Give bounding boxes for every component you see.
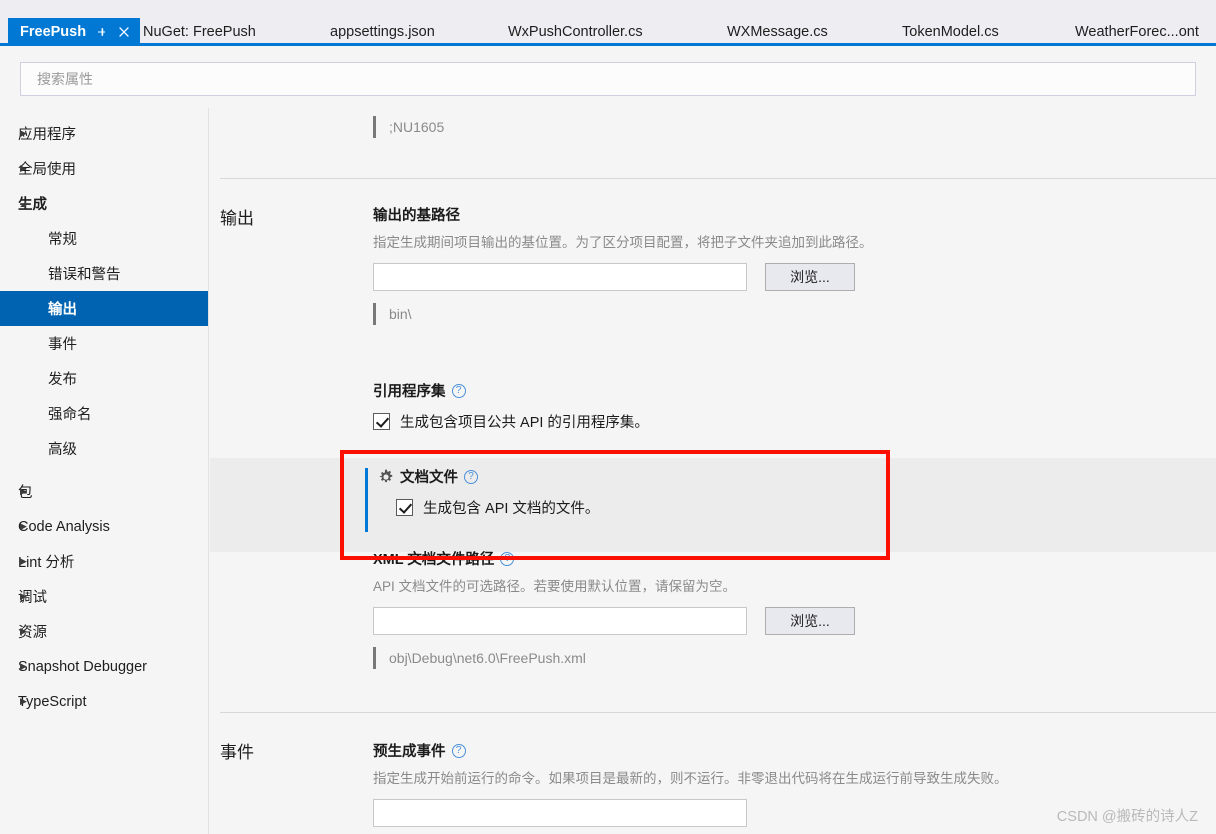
sidebar-item-package[interactable]: ▶ 包 xyxy=(0,474,208,509)
sidebar-item-general[interactable]: 常规 xyxy=(0,221,208,256)
tab-wxpushcontroller-cs[interactable]: WxPushController.cs xyxy=(508,18,643,46)
sidebar-item-output[interactable]: 输出 xyxy=(0,291,208,326)
nowarn-hint-text: ;NU1605 xyxy=(389,119,445,135)
sidebar-item-global-usings[interactable]: ▶ 全局使用 xyxy=(0,151,208,186)
chevron-right-icon: ▶ xyxy=(20,163,27,173)
field-title: 引用程序集 ? xyxy=(373,380,1073,401)
xml-documentation-path-hint-row: obj\Debug\net6.0\FreePush.xml xyxy=(373,647,1073,669)
tab-label: WxPushController.cs xyxy=(508,24,643,40)
field-pre-build-event: 预生成事件 ? 指定生成开始前运行的命令。如果项目是最新的，则不运行。非零退出代… xyxy=(373,740,1163,827)
sidebar-item-build[interactable]: ◢ 生成 xyxy=(0,186,208,221)
gear-icon xyxy=(378,469,394,485)
checkbox-label: 生成包含 API 文档的文件。 xyxy=(423,501,600,517)
chevron-right-icon: ▶ xyxy=(20,661,27,671)
sidebar-item-strong-naming[interactable]: 强命名 xyxy=(0,396,208,431)
field-description: API 文档文件的可选路径。若要使用默认位置，请保留为空。 xyxy=(373,579,737,594)
tab-tokenmodel-cs[interactable]: TokenModel.cs xyxy=(902,18,999,46)
sidebar-item-snapshot-debugger[interactable]: ▶ Snapshot Debugger xyxy=(0,649,208,684)
chevron-right-icon: ▶ xyxy=(20,626,27,636)
tab-label: FreePush xyxy=(20,24,87,40)
xml-documentation-path-hint: obj\Debug\net6.0\FreePush.xml xyxy=(389,650,586,666)
checkbox-label: 生成包含项目公共 API 的引用程序集。 xyxy=(400,415,649,431)
base-output-path-hint: bin\ xyxy=(389,306,412,322)
tab-label: TokenModel.cs xyxy=(902,24,999,40)
search-properties-box[interactable] xyxy=(20,62,1196,96)
help-icon[interactable]: ? xyxy=(464,469,478,484)
field-title: 预生成事件 ? xyxy=(373,740,1163,761)
hint-accent-bar xyxy=(373,116,376,138)
field-description: 指定生成开始前运行的命令。如果项目是最新的，则不运行。非零退出代码将在生成运行前… xyxy=(373,771,1008,786)
section-label-output: 输出 xyxy=(220,209,254,228)
tab-label: WXMessage.cs xyxy=(727,24,828,40)
section-divider xyxy=(220,178,1216,179)
field-xml-documentation-path: XML 文档文件路径 ? API 文档文件的可选路径。若要使用默认位置，请保留为… xyxy=(373,548,1073,669)
field-description: 指定生成期间项目输出的基位置。为了区分项目配置，将把子文件夹追加到此路径。 xyxy=(373,235,873,250)
tab-label: appsettings.json xyxy=(330,24,435,40)
properties-content: ;NU1605 输出 输出的基路径 指定生成期间项目输出的基位置。为了区分项目配… xyxy=(210,108,1216,834)
pre-build-event-input[interactable] xyxy=(373,799,747,827)
tab-wxmessage-cs[interactable]: WXMessage.cs xyxy=(727,18,828,46)
reference-assemblies-checkbox[interactable] xyxy=(373,413,390,430)
documentation-file-checkbox[interactable] xyxy=(396,499,413,516)
tab-appsettings-json[interactable]: appsettings.json xyxy=(330,18,435,46)
documentation-file-checkbox-row[interactable]: 生成包含 API 文档的文件。 xyxy=(396,497,1078,518)
properties-sidebar: ▶ 应用程序 ▶ 全局使用 ◢ 生成 常规 错误和警告 输出 事件 发布 强命名… xyxy=(0,108,209,834)
field-base-output-path: 输出的基路径 指定生成期间项目输出的基位置。为了区分项目配置，将把子文件夹追加到… xyxy=(373,204,1073,325)
watermark: CSDN @搬砖的诗人Z xyxy=(1056,809,1198,825)
close-icon[interactable] xyxy=(118,26,130,38)
field-title: XML 文档文件路径 ? xyxy=(373,548,1073,569)
xml-documentation-path-input[interactable] xyxy=(373,607,747,635)
field-title: 输出的基路径 xyxy=(373,208,460,224)
tab-nuget-freepush[interactable]: NuGet: FreePush xyxy=(143,18,256,46)
browse-button[interactable]: 浏览... xyxy=(765,263,855,291)
sidebar-item-code-analysis[interactable]: ▶ Code Analysis xyxy=(0,509,208,544)
chevron-right-icon: ▶ xyxy=(20,556,27,566)
pin-icon[interactable] xyxy=(96,26,108,38)
base-output-path-input[interactable] xyxy=(373,263,747,291)
hint-accent-bar xyxy=(373,303,376,325)
sidebar-item-publish[interactable]: 发布 xyxy=(0,361,208,396)
sidebar-item-typescript[interactable]: ▶ TypeScript xyxy=(0,684,208,719)
help-icon[interactable]: ? xyxy=(500,551,515,566)
field-title: 文档文件 ? xyxy=(378,466,1078,487)
sidebar-item-application[interactable]: ▶ 应用程序 xyxy=(0,116,208,151)
reference-assemblies-checkbox-row[interactable]: 生成包含项目公共 API 的引用程序集。 xyxy=(373,411,1073,432)
section-divider xyxy=(220,712,1216,713)
help-icon[interactable]: ? xyxy=(451,383,466,398)
sidebar-item-errors-warnings[interactable]: 错误和警告 xyxy=(0,256,208,291)
chevron-right-icon: ▶ xyxy=(20,521,27,531)
sidebar-item-events[interactable]: 事件 xyxy=(0,326,208,361)
tab-freepush[interactable]: FreePush xyxy=(8,18,141,46)
documentation-file-accent-bar xyxy=(365,468,368,532)
help-icon[interactable]: ? xyxy=(451,743,466,758)
chevron-right-icon: ▶ xyxy=(20,486,27,496)
tab-label: NuGet: FreePush xyxy=(143,24,256,40)
nowarn-hint-row: ;NU1605 xyxy=(373,116,444,138)
tab-strip: FreePush NuGet: FreePush appsettings.jso… xyxy=(0,0,1216,46)
sidebar-item-advanced[interactable]: 高级 xyxy=(0,431,208,466)
sidebar-item-lint-analysis[interactable]: ▶ Lint 分析 xyxy=(0,544,208,579)
search-input[interactable] xyxy=(35,70,1153,88)
tab-label: WeatherForec...ont xyxy=(1075,24,1199,40)
chevron-down-icon: ◢ xyxy=(20,198,27,208)
chevron-right-icon: ▶ xyxy=(20,696,27,706)
chevron-right-icon: ▶ xyxy=(20,591,27,601)
sidebar-item-resources[interactable]: ▶ 资源 xyxy=(0,614,208,649)
hint-accent-bar xyxy=(373,647,376,669)
browse-button[interactable]: 浏览... xyxy=(765,607,855,635)
sidebar-item-debug[interactable]: ▶ 调试 xyxy=(0,579,208,614)
base-output-path-hint-row: bin\ xyxy=(373,303,1073,325)
tab-weatherforecast[interactable]: WeatherForec...ont xyxy=(1075,18,1199,46)
field-documentation-file: 文档文件 ? 生成包含 API 文档的文件。 xyxy=(378,466,1078,518)
field-reference-assemblies: 引用程序集 ? 生成包含项目公共 API 的引用程序集。 xyxy=(373,380,1073,432)
section-label-events: 事件 xyxy=(220,743,254,762)
chevron-right-icon: ▶ xyxy=(20,128,27,138)
